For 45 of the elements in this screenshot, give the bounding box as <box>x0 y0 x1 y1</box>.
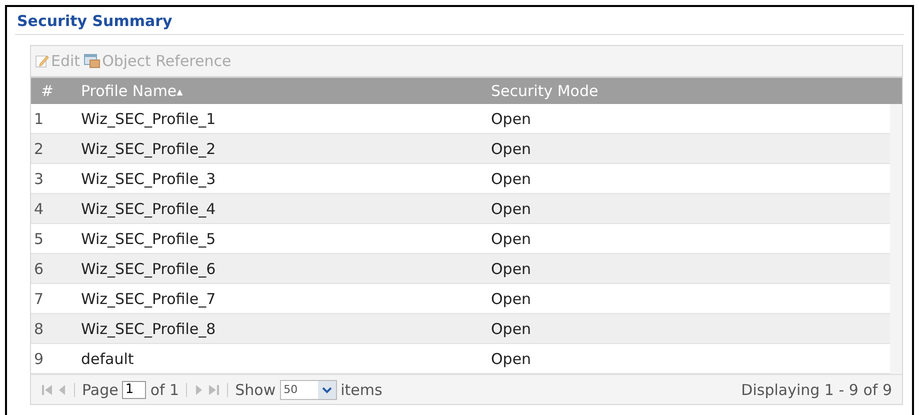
table-cell-text: 1 <box>33 110 45 128</box>
table-cell-text: 6 <box>33 260 45 278</box>
page-label: Page <box>82 380 118 398</box>
table-cell-text: Wiz_SEC_Profile_1 <box>80 110 217 128</box>
panel-title: Security Summary <box>15 11 904 35</box>
column-header: Security Mode <box>490 82 600 100</box>
table-cell-text: default <box>80 350 135 368</box>
table-cell-text: Open <box>490 230 532 248</box>
table-cell-text: Wiz_SEC_Profile_5 <box>80 230 217 248</box>
page-size-select[interactable]: 50 <box>280 380 337 400</box>
display-status: Displaying 1 - 9 of 9 <box>741 380 892 398</box>
table-cell-text: 3 <box>33 170 45 188</box>
table-cell-text: Wiz_SEC_Profile_4 <box>80 200 217 218</box>
page-input[interactable]: 1 <box>122 380 146 398</box>
table-cell-text: Wiz_SEC_Profile_2 <box>80 140 217 158</box>
table-cell-text: Wiz_SEC_Profile_8 <box>80 320 217 338</box>
table-cell-text: 7 <box>33 290 45 308</box>
table-cell-text: Open <box>490 110 532 128</box>
items-label: items <box>340 380 382 398</box>
table-cell-text: 8 <box>33 320 45 338</box>
caret-icon <box>318 380 336 398</box>
previous-page-icon[interactable] <box>57 384 67 396</box>
pencil-icon <box>35 54 49 68</box>
table-cell-text: 2 <box>33 140 45 158</box>
table-cell-text: Wiz_SEC_Profile_6 <box>80 260 217 278</box>
table-cell-text: Wiz_SEC_Profile_3 <box>80 170 217 188</box>
column-header: # <box>40 82 55 100</box>
table-cell-text: Wiz_SEC_Profile_7 <box>80 290 217 308</box>
window-icon <box>84 54 100 68</box>
next-page-icon[interactable] <box>194 384 204 396</box>
show-label: Show <box>235 380 276 398</box>
table-cell-text: Open <box>490 260 532 278</box>
page-count: of 1 <box>150 380 180 398</box>
table-cell-text: Open <box>490 320 532 338</box>
table-cell-text: Open <box>490 200 532 218</box>
first-page-icon[interactable] <box>41 384 53 396</box>
table-cell-text: 9 <box>33 350 45 368</box>
last-page-icon[interactable] <box>208 384 220 396</box>
table-cell-text: Open <box>490 140 532 158</box>
table-cell-text: Open <box>490 170 532 188</box>
table-cell-text: Open <box>490 290 532 308</box>
table-cell-text: 4 <box>33 200 45 218</box>
column-header[interactable]: Profile Name▲ <box>71 82 481 100</box>
table-cell-text: 5 <box>33 230 45 248</box>
table-cell-text: Open <box>490 350 532 368</box>
